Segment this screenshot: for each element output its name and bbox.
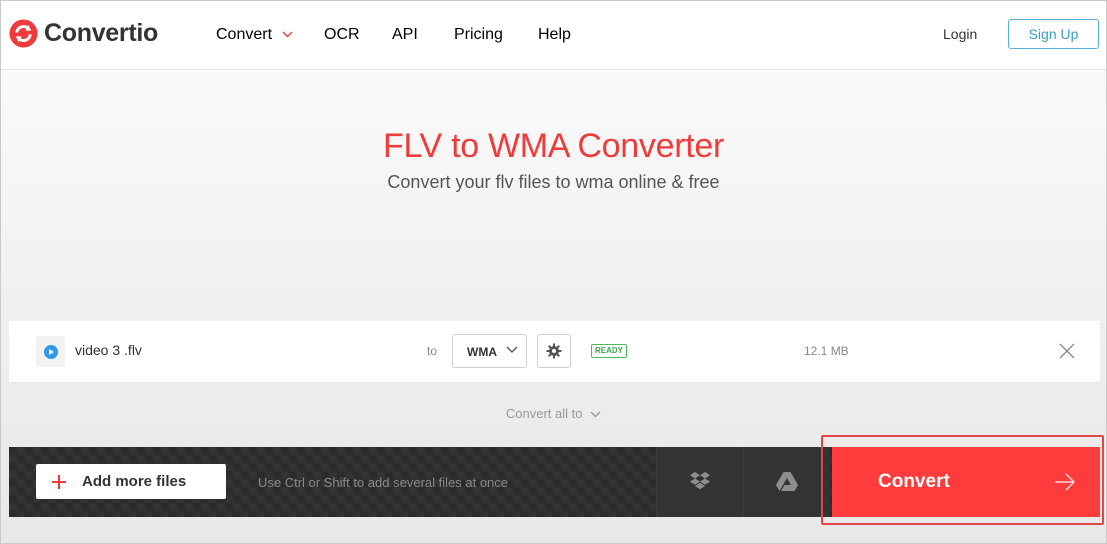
output-format-value: WMA — [467, 345, 497, 359]
dropbox-button[interactable] — [656, 447, 743, 517]
settings-button[interactable] — [537, 334, 571, 368]
remove-file-button[interactable] — [1058, 342, 1076, 360]
nav-api[interactable]: API — [392, 26, 418, 44]
to-label: to — [427, 344, 438, 358]
nav-help[interactable]: Help — [538, 26, 571, 44]
page-title: FLV to WMA Converter — [382, 127, 725, 165]
dropbox-icon — [690, 472, 710, 490]
nav-convert[interactable]: Convert — [216, 26, 293, 44]
file-row: video 3 .flv to WMA READY 12.1 MB — [9, 321, 1100, 383]
multi-select-hint: Use Ctrl or Shift to add several files a… — [258, 475, 509, 490]
logo-text: Convertio — [44, 19, 158, 47]
chevron-down-icon — [506, 346, 518, 353]
google-drive-button[interactable] — [743, 447, 830, 517]
play-icon — [43, 344, 58, 359]
login-link[interactable]: Login — [943, 26, 977, 42]
action-bar: Add more files Use Ctrl or Shift to add … — [9, 447, 1100, 517]
add-more-files-button[interactable]: Add more files — [36, 464, 226, 499]
file-type-icon — [36, 336, 65, 367]
top-navbar: Convertio Convert OCR API Pricing Help L… — [1, 1, 1106, 70]
nav-ocr[interactable]: OCR — [324, 26, 360, 44]
logo[interactable]: Convertio — [9, 19, 158, 48]
plus-icon — [52, 474, 66, 489]
add-more-files-label: Add more files — [82, 473, 187, 490]
status-badge: READY — [591, 344, 628, 358]
google-drive-icon — [776, 472, 798, 491]
convertio-logo-icon — [9, 19, 38, 48]
nav-pricing[interactable]: Pricing — [454, 26, 503, 44]
convert-all-label: Convert all to — [505, 406, 583, 421]
chevron-down-icon — [282, 31, 293, 38]
page-subtitle: Convert your flv files to wma online & f… — [387, 172, 720, 192]
close-icon — [1059, 343, 1075, 359]
arrow-right-icon — [1055, 473, 1076, 491]
gear-icon — [546, 343, 562, 359]
nav-convert-label: Convert — [216, 26, 273, 43]
convert-all-dropdown[interactable]: Convert all to — [1, 406, 1106, 421]
file-size: 12.1 MB — [804, 344, 849, 358]
output-format-select[interactable]: WMA — [452, 334, 527, 368]
signup-button[interactable]: Sign Up — [1008, 19, 1099, 49]
convert-button-label: Convert — [878, 471, 950, 492]
chevron-down-icon — [590, 411, 601, 418]
convert-button[interactable]: Convert — [832, 447, 1100, 517]
file-name: video 3 .flv — [75, 342, 142, 358]
